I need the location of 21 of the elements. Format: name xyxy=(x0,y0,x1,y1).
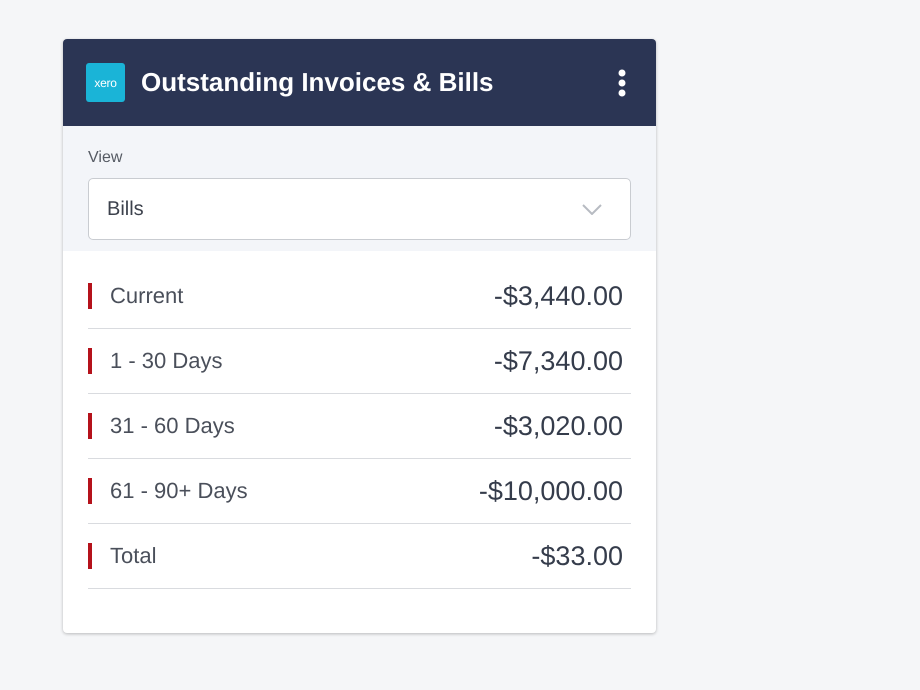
aging-label: 61 - 90+ Days xyxy=(110,478,248,504)
logo: xero xyxy=(86,63,125,102)
view-select[interactable]: Bills xyxy=(88,178,631,240)
bar-marker-icon xyxy=(88,283,92,309)
card-title: Outstanding Invoices & Bills xyxy=(141,67,494,98)
bar-marker-icon xyxy=(88,543,92,569)
more-menu-icon[interactable] xyxy=(618,68,626,96)
amount-value: -$33.00 xyxy=(531,540,624,572)
bar-marker-icon xyxy=(88,413,92,439)
amount-value: -$3,440.00 xyxy=(494,280,624,312)
view-label: View xyxy=(88,148,124,168)
amount-value: -$10,000.00 xyxy=(478,476,624,506)
aging-label: Current xyxy=(110,283,184,309)
aging-label: Total xyxy=(110,543,156,569)
bar-marker-icon xyxy=(88,348,92,374)
aging-label: 31 - 60 Days xyxy=(110,413,235,439)
amount-value: -$3,020.00 xyxy=(494,410,624,442)
aging-label: 1 - 30 Days xyxy=(110,348,222,374)
chevron-down-icon xyxy=(582,204,602,214)
bar-marker-icon xyxy=(88,478,92,504)
amount-value: -$7,340.00 xyxy=(494,346,624,376)
